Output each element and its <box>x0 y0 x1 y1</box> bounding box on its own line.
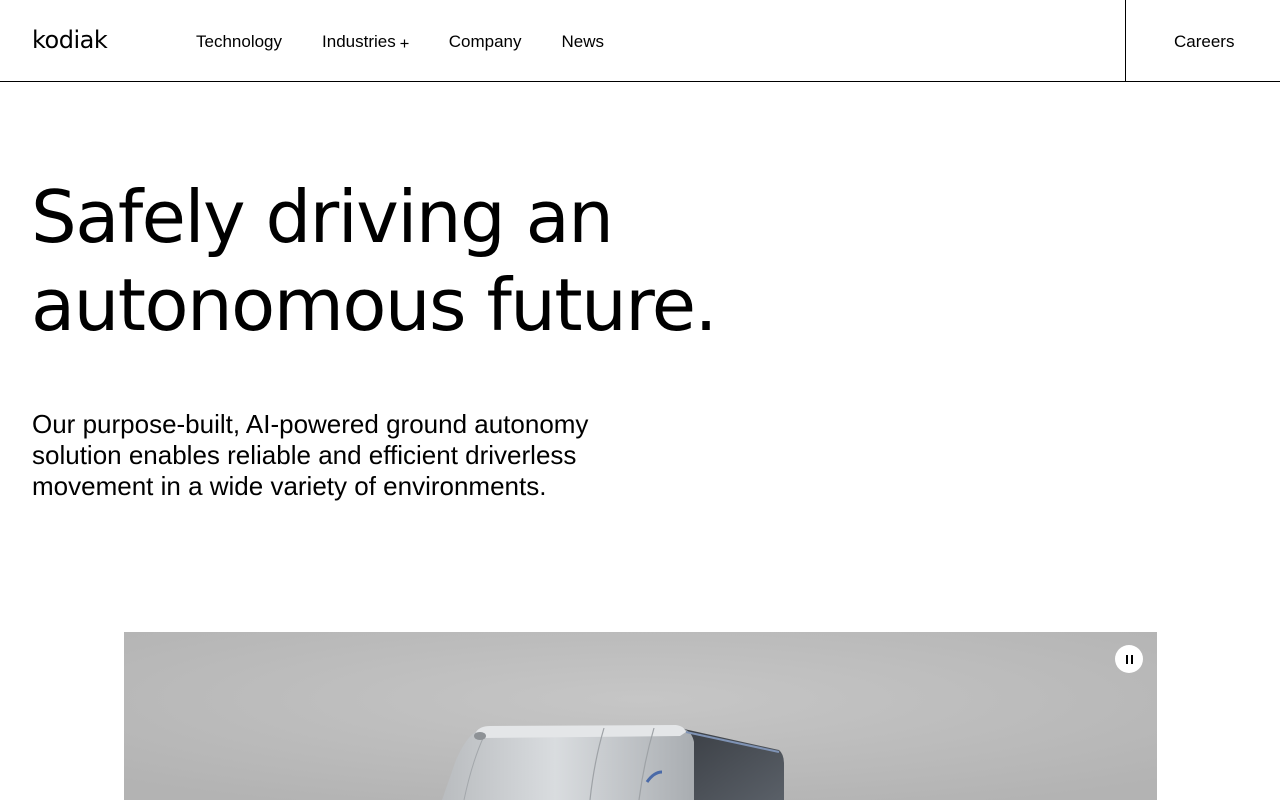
careers-section: Careers <box>1125 0 1280 82</box>
hero-subtitle-line-2: solution enables reliable and efficient … <box>32 440 577 470</box>
hero-title-line-1: Safely driving an <box>31 175 614 259</box>
careers-link[interactable]: Careers <box>1174 31 1234 53</box>
nav-item-label: News <box>561 32 604 51</box>
hero-title-line-2: autonomous future. <box>31 263 717 347</box>
hero-video[interactable] <box>124 632 1157 800</box>
main-nav: Technology Industries Company News <box>196 31 604 53</box>
hero-subtitle: Our purpose-built, AI-powered ground aut… <box>32 409 672 502</box>
plus-icon <box>400 39 409 47</box>
hero-title: Safely driving an autonomous future. <box>31 173 791 349</box>
hero-subtitle-line-1: Our purpose-built, AI-powered ground aut… <box>32 409 589 439</box>
nav-item-news[interactable]: News <box>561 31 604 53</box>
nav-item-industries[interactable]: Industries <box>322 31 409 53</box>
pause-button[interactable] <box>1115 645 1143 673</box>
nav-item-technology[interactable]: Technology <box>196 31 282 53</box>
nav-item-company[interactable]: Company <box>449 31 522 53</box>
nav-item-label: Industries <box>322 32 396 51</box>
kodiak-logo[interactable]: kodiak <box>32 26 108 54</box>
nav-item-label: Technology <box>196 32 283 51</box>
site-header: kodiak Technology Industries Company New… <box>0 0 1280 82</box>
truck-image <box>124 632 1157 800</box>
pause-icon <box>1125 654 1128 664</box>
pause-icon-bar <box>1130 654 1133 664</box>
nav-item-label: Company <box>448 32 522 51</box>
hero-subtitle-line-3: movement in a wide variety of environmen… <box>32 471 547 501</box>
